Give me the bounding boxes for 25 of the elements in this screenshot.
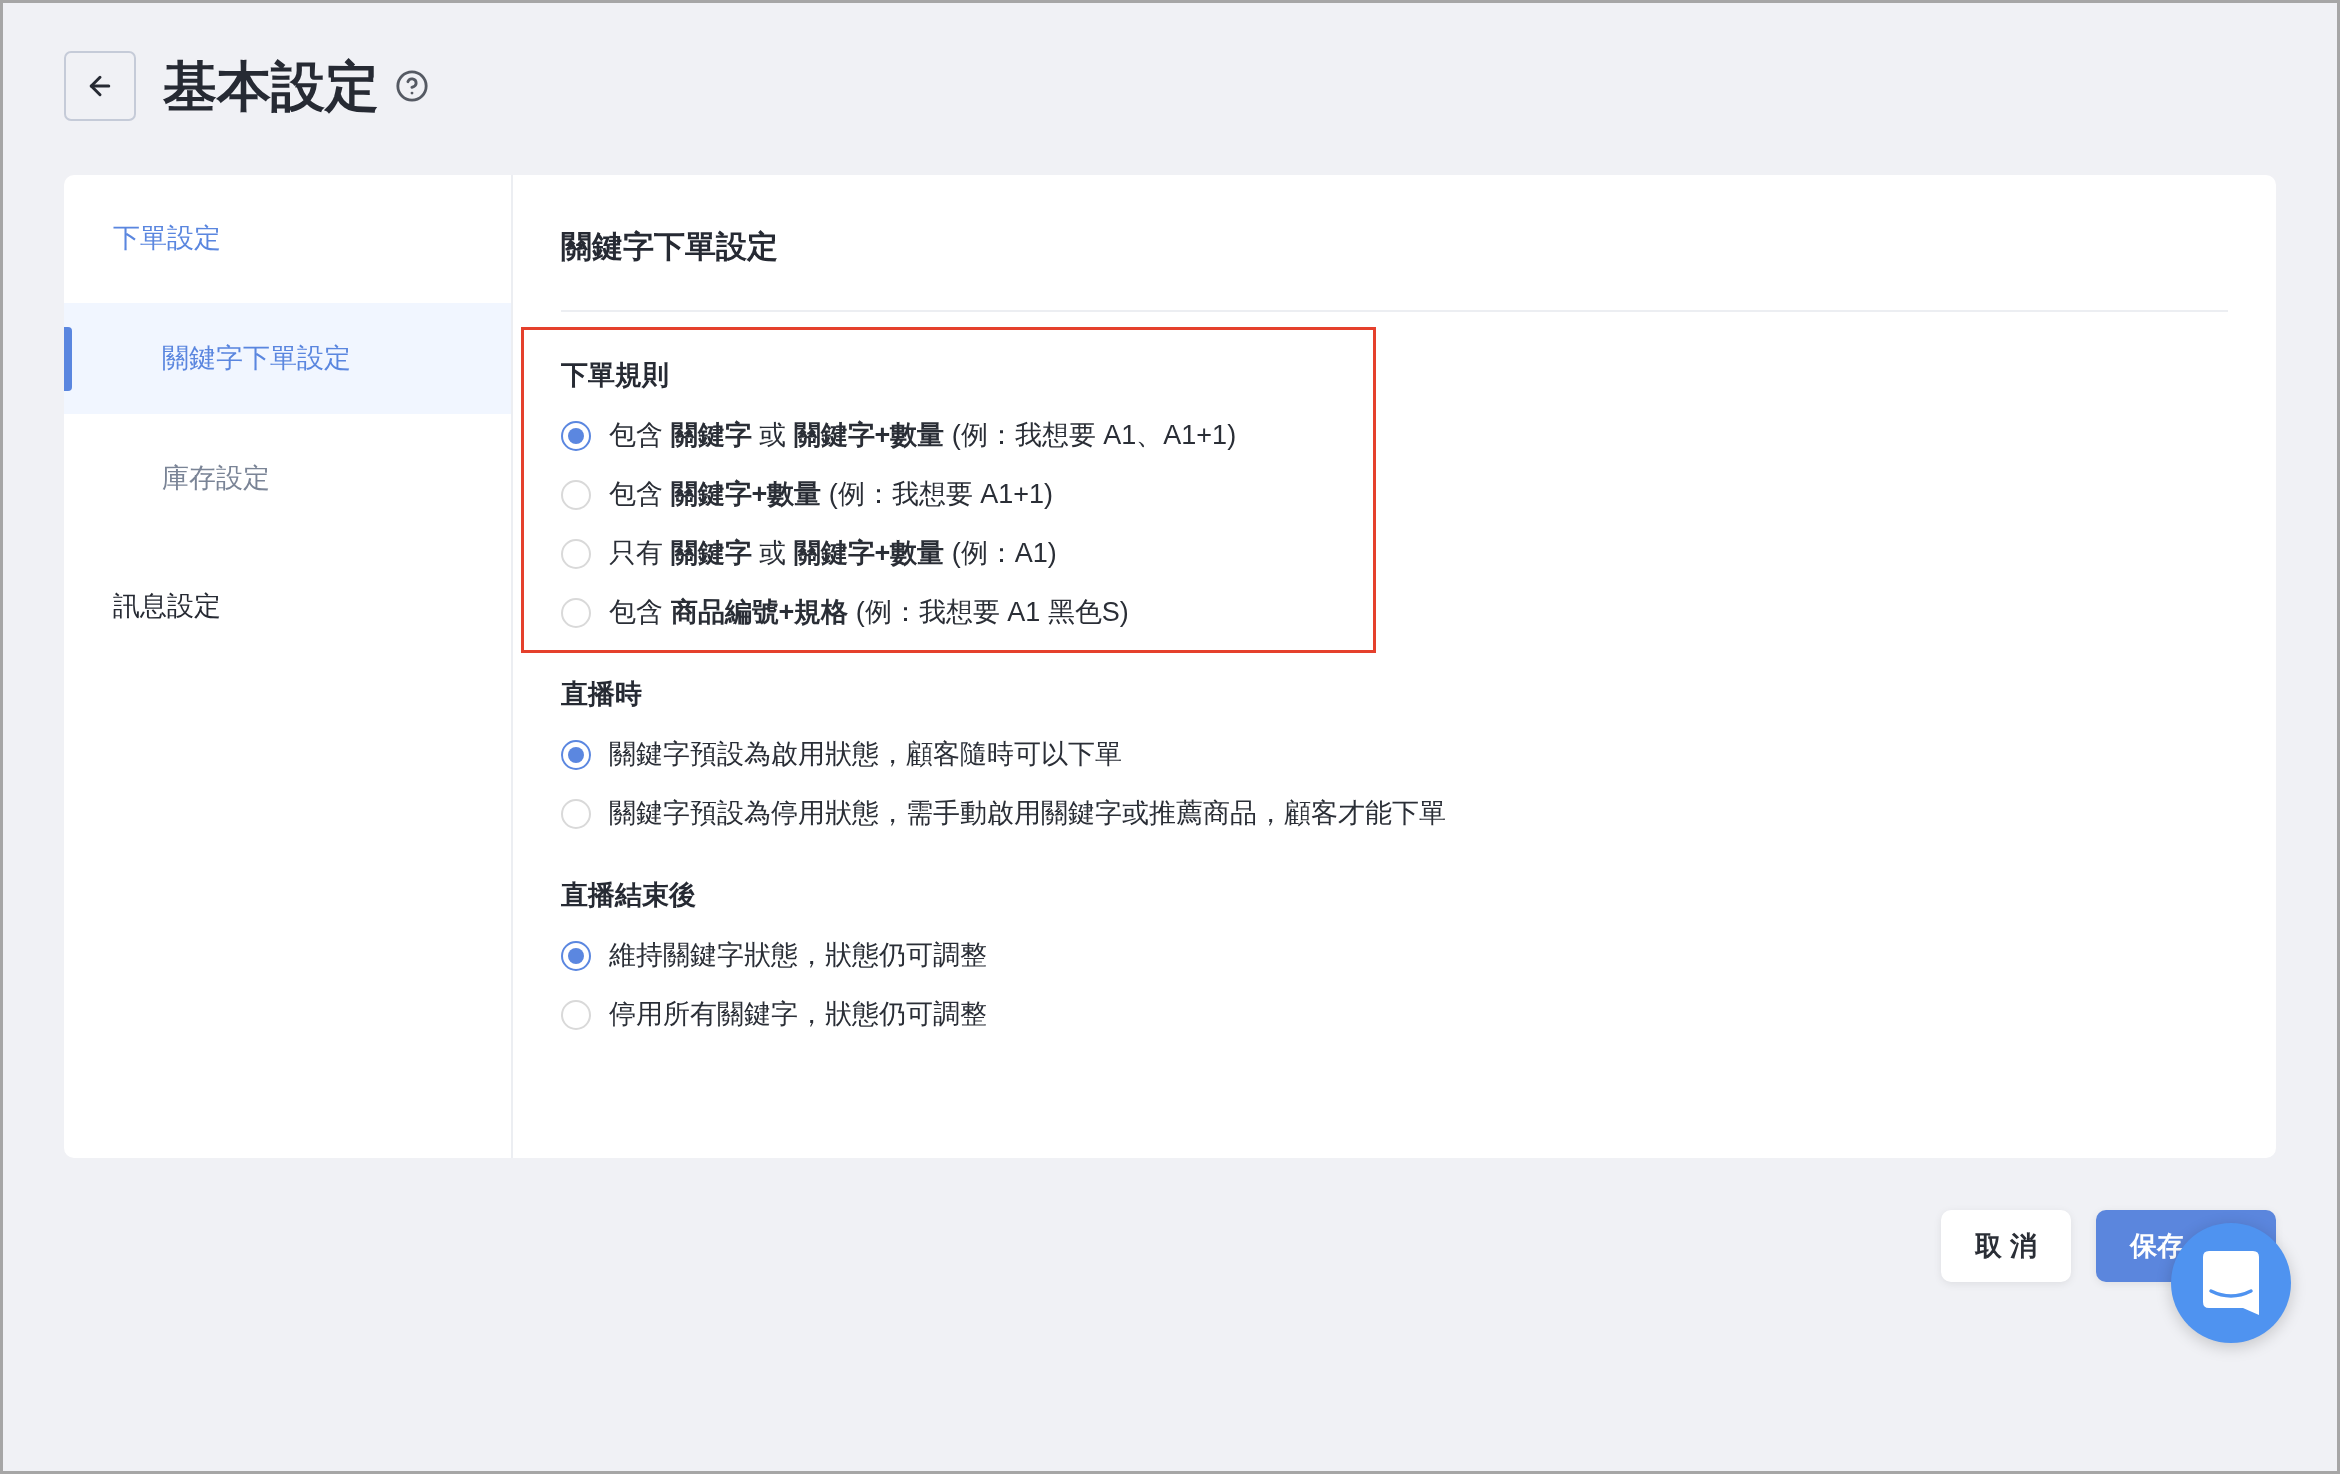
- radio-label: 包含 關鍵字+數量 (例：我想要 A1+1): [609, 478, 1054, 512]
- radio-label: 關鍵字預設為停用狀態，需手動啟用關鍵字或推薦商品，顧客才能下單: [609, 797, 1446, 831]
- radio-label: 停用所有關鍵字，狀態仍可調整: [609, 998, 987, 1032]
- sidebar-item[interactable]: 關鍵字下單設定: [64, 303, 511, 414]
- page-title: 基本設定: [163, 59, 379, 113]
- cancel-button[interactable]: 取 消: [1941, 1210, 2071, 1282]
- radio-label: 維持關鍵字狀態，狀態仍可調整: [609, 939, 987, 973]
- active-indicator-bar: [64, 326, 72, 391]
- section-title: 下單規則: [561, 358, 669, 392]
- radio-label: 關鍵字預設為啟用狀態，顧客隨時可以下單: [609, 738, 1122, 772]
- radio-label: 包含 關鍵字 或 關鍵字+數量 (例：我想要 A1、A1+1): [609, 419, 1237, 453]
- radio-label: 只有 關鍵字 或 關鍵字+數量 (例：A1): [609, 537, 1057, 571]
- section-title: 直播結束後: [561, 878, 696, 912]
- sidebar-group-label[interactable]: 訊息設定: [113, 586, 221, 627]
- back-button[interactable]: [64, 51, 136, 121]
- sidebar-item[interactable]: 庫存設定: [64, 423, 511, 534]
- panel-title: 關鍵字下單設定: [561, 228, 778, 267]
- radio-label: 包含 商品編號+規格 (例：我想要 A1 黑色S): [609, 596, 1129, 630]
- radio-button[interactable]: [561, 739, 591, 770]
- radio-button[interactable]: [561, 420, 591, 451]
- sidebar-group-label[interactable]: 下單設定: [113, 218, 221, 259]
- section-title: 直播時: [561, 677, 642, 711]
- chat-bubble-icon: [2203, 1251, 2259, 1315]
- help-icon[interactable]: [395, 69, 429, 103]
- radio-button[interactable]: [561, 940, 591, 971]
